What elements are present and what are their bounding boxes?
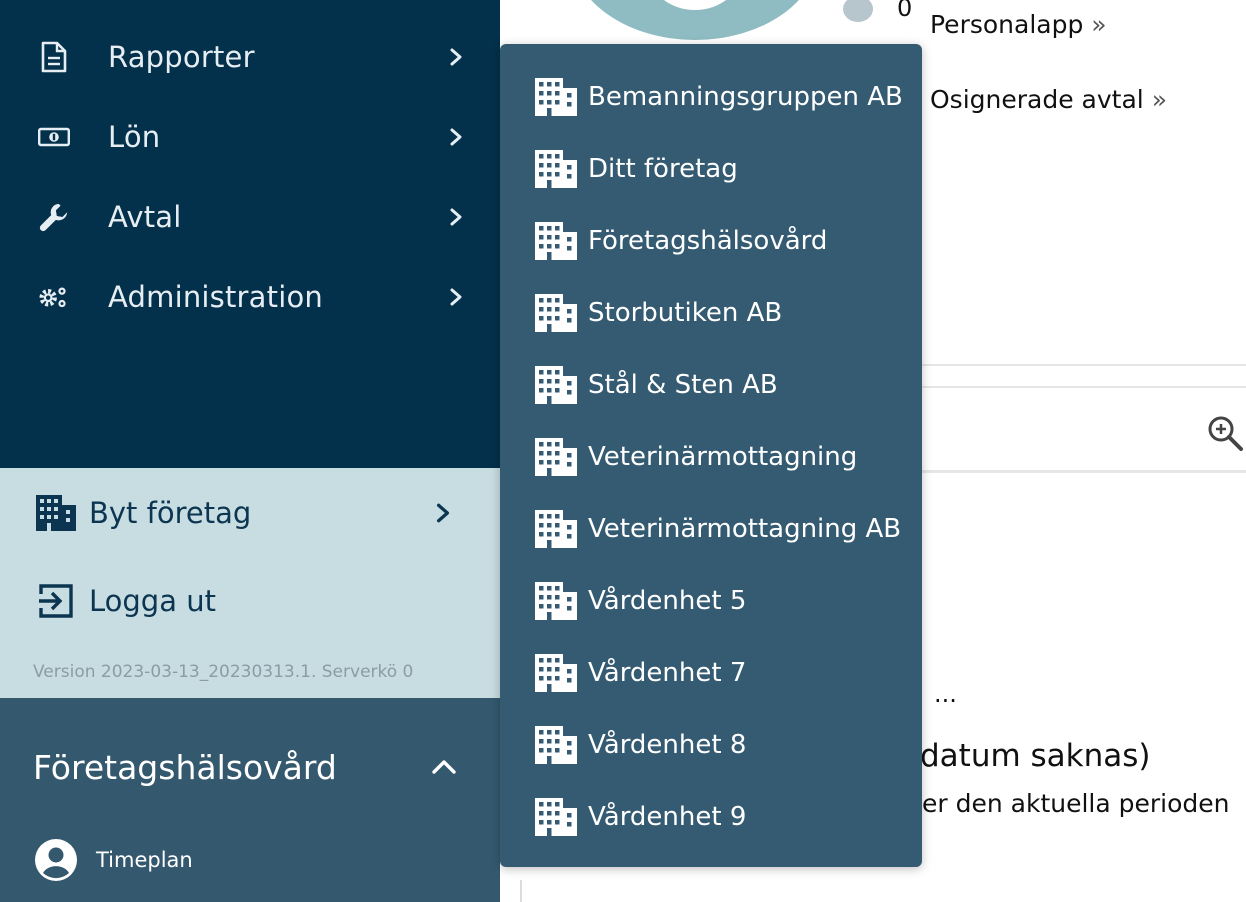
- building-icon: [535, 654, 577, 692]
- company-option[interactable]: Storbutiken AB: [500, 278, 922, 348]
- chevron-right-icon: [450, 288, 462, 306]
- nav-label: Lön: [108, 120, 161, 154]
- company-option[interactable]: Vårdenhet 7: [500, 638, 922, 708]
- current-company-title: Företagshälsovård: [33, 748, 337, 787]
- document-icon: [38, 41, 70, 73]
- unsigned-contracts-link[interactable]: Osignerade avtal »: [930, 85, 1167, 114]
- building-icon: [535, 510, 577, 548]
- user-name: Timeplan: [96, 848, 193, 872]
- count-value: 0: [897, 0, 913, 22]
- divider: [922, 470, 1246, 473]
- company-option-label: Veterinärmottagning AB: [588, 514, 902, 544]
- company-option-label: Veterinärmottagning: [588, 442, 858, 472]
- company-option[interactable]: Vårdenhet 9: [500, 782, 922, 852]
- building-icon: [535, 438, 577, 476]
- chevron-right-icon: [436, 503, 450, 523]
- company-option[interactable]: Veterinärmottagning AB: [500, 494, 922, 564]
- chevron-right-icon: [450, 208, 462, 226]
- switch-company-button[interactable]: Byt företag: [0, 485, 500, 541]
- company-option[interactable]: Företagshälsovård: [500, 206, 922, 276]
- nav-rapporter[interactable]: Rapporter: [0, 27, 500, 87]
- user-avatar-icon: [35, 839, 77, 881]
- version-text: Version 2023-03-13_20230313.1. Serverkö …: [33, 662, 414, 682]
- building-icon: [535, 726, 577, 764]
- personalapp-link[interactable]: Personalapp »: [930, 10, 1107, 39]
- divider: [922, 364, 1246, 366]
- building-icon: [36, 493, 76, 533]
- nav-label: Rapporter: [108, 40, 255, 74]
- nav-avtal[interactable]: Avtal: [0, 187, 500, 247]
- content-edge: [520, 880, 922, 902]
- company-option-label: Bemanningsgruppen AB: [588, 82, 903, 112]
- nav-administration[interactable]: Administration: [0, 267, 500, 327]
- company-option[interactable]: Bemanningsgruppen AB: [500, 62, 922, 132]
- sidebar: Rapporter Lön Avtal Administration Byt f…: [0, 0, 500, 902]
- building-icon: [535, 78, 577, 116]
- building-icon: [535, 222, 577, 260]
- chevron-up-icon[interactable]: [430, 753, 458, 781]
- logout-icon: [36, 581, 76, 621]
- nav-label: Administration: [108, 280, 324, 314]
- money-icon: [38, 121, 70, 153]
- switch-company-label: Byt företag: [89, 496, 252, 530]
- company-dropdown: Bemanningsgruppen AB Ditt företag Företags…: [500, 44, 922, 867]
- period-text: er den aktuella perioden: [922, 789, 1230, 818]
- zoom-in-icon[interactable]: [1205, 413, 1245, 453]
- chevron-right-icon: [450, 128, 462, 146]
- company-option-label: Vårdenhet 5: [588, 586, 747, 616]
- chevron-right-icon: [450, 48, 462, 66]
- company-option[interactable]: Vårdenhet 5: [500, 566, 922, 636]
- building-icon: [535, 582, 577, 620]
- missing-date-text: datum saknas): [920, 738, 1151, 774]
- nav-label: Avtal: [108, 200, 182, 234]
- divider: [922, 386, 1246, 388]
- building-icon: [535, 294, 577, 332]
- building-icon: [535, 366, 577, 404]
- nav-lon[interactable]: Lön: [0, 107, 500, 167]
- wrench-icon: [38, 201, 70, 233]
- ellipsis-text: ...: [934, 680, 957, 708]
- company-option[interactable]: Vårdenhet 8: [500, 710, 922, 780]
- logout-label: Logga ut: [89, 584, 216, 618]
- company-option-label: Storbutiken AB: [588, 298, 783, 328]
- company-option-label: Företagshälsovård: [588, 226, 828, 256]
- company-option-label: Ditt företag: [588, 154, 738, 184]
- logout-button[interactable]: Logga ut: [0, 573, 500, 629]
- company-option[interactable]: Stål & Sten AB: [500, 350, 922, 420]
- building-icon: [535, 150, 577, 188]
- company-option[interactable]: Veterinärmottagning: [500, 422, 922, 492]
- building-icon: [535, 798, 577, 836]
- user-profile[interactable]: Timeplan: [34, 838, 334, 884]
- company-option-label: Vårdenhet 9: [588, 802, 747, 832]
- company-option-label: Vårdenhet 8: [588, 730, 747, 760]
- company-option[interactable]: Ditt företag: [500, 134, 922, 204]
- company-option-label: Vårdenhet 7: [588, 658, 747, 688]
- company-option-label: Stål & Sten AB: [588, 370, 778, 400]
- gears-icon: [38, 281, 70, 313]
